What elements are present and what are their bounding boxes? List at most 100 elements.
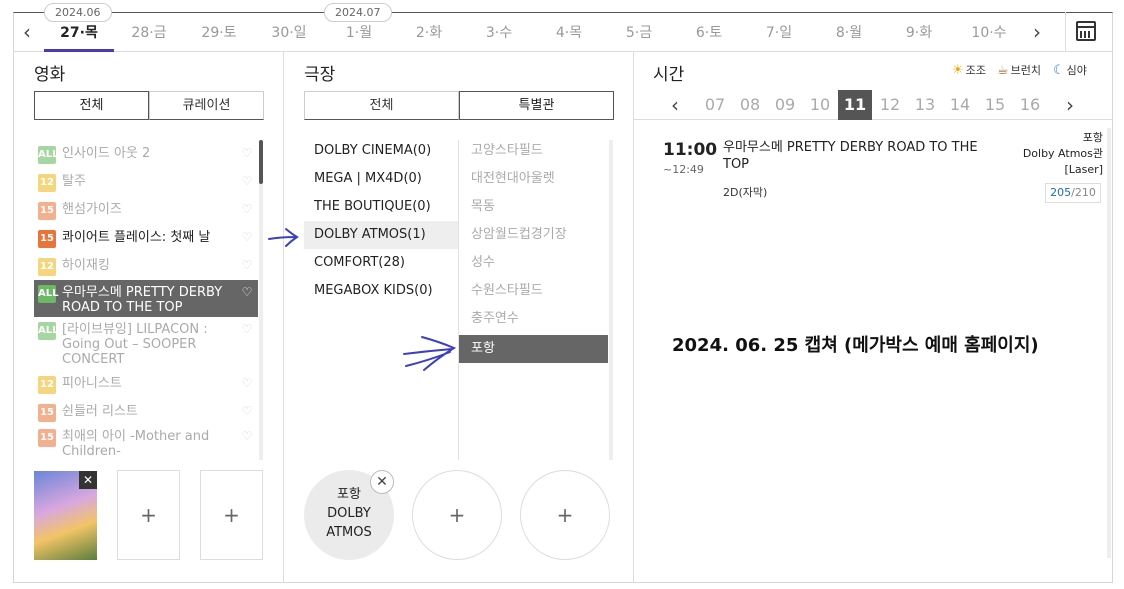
calendar-icon[interactable] <box>1076 21 1096 41</box>
movie-item[interactable]: 12 피아니스트 ♡ <box>34 371 258 399</box>
date-item[interactable]: 3·수 <box>464 22 534 42</box>
empty-theater-slot[interactable]: + <box>412 470 502 560</box>
date-prev-button[interactable]: ‹ <box>15 18 39 46</box>
date-next-button[interactable]: › <box>1025 18 1049 46</box>
special-hall-item-selected[interactable]: DOLBY ATMOS(1) <box>304 221 458 249</box>
movie-scrollbar-thumb[interactable] <box>259 140 263 184</box>
hour-item[interactable]: 13 <box>908 90 942 120</box>
heart-icon[interactable]: ♡ <box>240 258 254 272</box>
hour-prev-button[interactable]: ‹ <box>658 90 692 120</box>
theater-location-item[interactable]: 대전현대아울렛 <box>459 165 608 193</box>
divider <box>283 52 284 583</box>
end-time: ~12:49 <box>663 163 704 176</box>
heart-icon[interactable]: ♡ <box>240 285 254 299</box>
theater-location-item-selected[interactable]: 포항 <box>459 335 608 363</box>
date-item[interactable]: 29·토 <box>184 22 254 42</box>
movie-name: 하이재킹 <box>62 258 110 273</box>
tab-special-theaters[interactable]: 특별관 <box>459 91 614 120</box>
picked-hall: ATMOS <box>326 525 372 540</box>
movie-scrollbar-track[interactable] <box>259 140 263 460</box>
hour-item[interactable]: 10 <box>803 90 837 120</box>
date-item[interactable]: 1·월 <box>324 22 394 42</box>
date-bar: ‹ 2024.06 2024.07 27·목 28·금 29·토 30·일 1·… <box>13 3 1113 52</box>
date-item[interactable]: 5·금 <box>604 22 674 42</box>
hour-item[interactable]: 09 <box>768 90 802 120</box>
hour-item-selected[interactable]: 11 <box>838 90 872 120</box>
empty-movie-slot[interactable]: + <box>117 470 180 560</box>
showtime-item[interactable]: 11:00 ~12:49 우마무스메 PRETTY DERBY ROAD TO … <box>663 130 1103 210</box>
movie-item[interactable]: 12 하이재킹 ♡ <box>34 253 258 281</box>
theater-location-item[interactable]: 목동 <box>459 193 608 221</box>
hour-item[interactable]: 15 <box>978 90 1012 120</box>
hour-next-button[interactable]: › <box>1053 90 1087 120</box>
close-icon[interactable]: ✕ <box>79 471 97 489</box>
movie-name: 쉰들러 리스트 <box>62 404 138 419</box>
movie-item[interactable]: 15 핸섬가이즈 ♡ <box>34 197 258 225</box>
date-item[interactable]: 6·토 <box>674 22 744 42</box>
empty-theater-slot[interactable]: + <box>520 470 610 560</box>
movie-item[interactable]: 15 쉰들러 리스트 ♡ <box>34 399 258 427</box>
empty-movie-slot[interactable]: + <box>200 470 263 560</box>
theater-location-item[interactable]: 수원스타필드 <box>459 277 608 305</box>
date-item[interactable]: 28·금 <box>114 22 184 42</box>
heart-icon[interactable]: ♡ <box>240 202 254 216</box>
hour-bar: ‹ 07 08 09 10 11 12 13 14 15 16 › <box>634 90 1112 120</box>
heart-icon[interactable]: ♡ <box>240 404 254 418</box>
theater-location-item[interactable]: 상암월드컵경기장 <box>459 221 608 249</box>
date-item[interactable]: 30·일 <box>254 22 324 42</box>
movie-section-title: 영화 <box>34 65 66 85</box>
date-item[interactable]: 2·화 <box>394 22 464 42</box>
showtime-theater: 포항 Dolby Atmos관 [Laser] <box>1022 131 1103 176</box>
movie-item[interactable]: ALL [라이브뷰잉] LILPACON : Going Out – SOOPER… <box>34 317 258 372</box>
theater-tabs: 전체 특별관 <box>304 91 614 120</box>
tab-curation[interactable]: 큐레이션 <box>149 91 264 120</box>
hour-item[interactable]: 16 <box>1013 90 1047 120</box>
picked-hall: DOLBY <box>327 506 371 521</box>
date-item[interactable]: 10·수 <box>954 22 1024 42</box>
age-badge: ALL <box>38 322 58 340</box>
tab-all-movies[interactable]: 전체 <box>34 91 149 120</box>
selected-movie-poster: ✕ <box>34 471 97 560</box>
hour-item[interactable]: 08 <box>733 90 767 120</box>
hour-item[interactable]: 14 <box>943 90 977 120</box>
date-item[interactable]: 27·목 <box>44 22 114 42</box>
date-item[interactable]: 7·일 <box>744 22 814 42</box>
movie-item[interactable]: 12 탈주 ♡ <box>34 169 258 197</box>
coffee-icon: ☕ <box>997 62 1009 78</box>
heart-icon[interactable]: ♡ <box>240 429 254 443</box>
age-badge: ALL <box>38 146 58 164</box>
movie-item[interactable]: ALL 인사이드 아웃 2 ♡ <box>34 141 258 169</box>
close-icon[interactable]: ✕ <box>370 470 394 494</box>
special-hall-item[interactable]: COMFORT(28) <box>304 249 458 277</box>
movie-item[interactable]: 15 콰이어트 플레이스: 첫째 날 ♡ <box>34 225 258 253</box>
theater-location-item[interactable]: 성수 <box>459 249 608 277</box>
legend-brunch: ☕ 브런치 <box>997 62 1042 78</box>
movie-name: 인사이드 아웃 2 <box>62 146 151 161</box>
date-item[interactable]: 4·목 <box>534 22 604 42</box>
theater-section-title: 극장 <box>304 65 336 85</box>
heart-icon[interactable]: ♡ <box>240 174 254 188</box>
movie-item[interactable]: 15 최애의 아이 -Mother and Children- ♡ <box>34 424 258 464</box>
selected-date-indicator <box>44 49 114 52</box>
hour-item[interactable]: 07 <box>698 90 732 120</box>
movie-name: 우마무스메 PRETTY DERBY ROAD TO THE TOP <box>62 285 223 315</box>
theater-scrollbar-track[interactable] <box>609 140 613 460</box>
heart-icon[interactable]: ♡ <box>240 146 254 160</box>
hour-item[interactable]: 12 <box>873 90 907 120</box>
moon-icon: ☾ <box>1053 62 1065 78</box>
special-hall-item[interactable]: MEGA | MX4D(0) <box>304 165 458 193</box>
special-hall-item[interactable]: DOLBY CINEMA(0) <box>304 137 458 165</box>
special-hall-item[interactable]: THE BOUTIQUE(0) <box>304 193 458 221</box>
annotation-arrow-icon <box>403 336 457 371</box>
special-hall-item[interactable]: MEGABOX KIDS(0) <box>304 277 458 305</box>
theater-location-item[interactable]: 충주연수 <box>459 305 608 333</box>
movie-item-selected[interactable]: ALL 우마무스메 PRETTY DERBY ROAD TO THE TOP ♡ <box>34 280 258 317</box>
heart-icon[interactable]: ♡ <box>240 376 254 390</box>
date-item[interactable]: 9·화 <box>884 22 954 42</box>
theater-location-item[interactable]: 고양스타필드 <box>459 137 608 165</box>
time-scrollbar-track[interactable] <box>1107 128 1111 558</box>
date-item[interactable]: 8·월 <box>814 22 884 42</box>
heart-icon[interactable]: ♡ <box>240 322 254 336</box>
tab-all-theaters[interactable]: 전체 <box>304 91 459 120</box>
heart-icon[interactable]: ♡ <box>240 230 254 244</box>
